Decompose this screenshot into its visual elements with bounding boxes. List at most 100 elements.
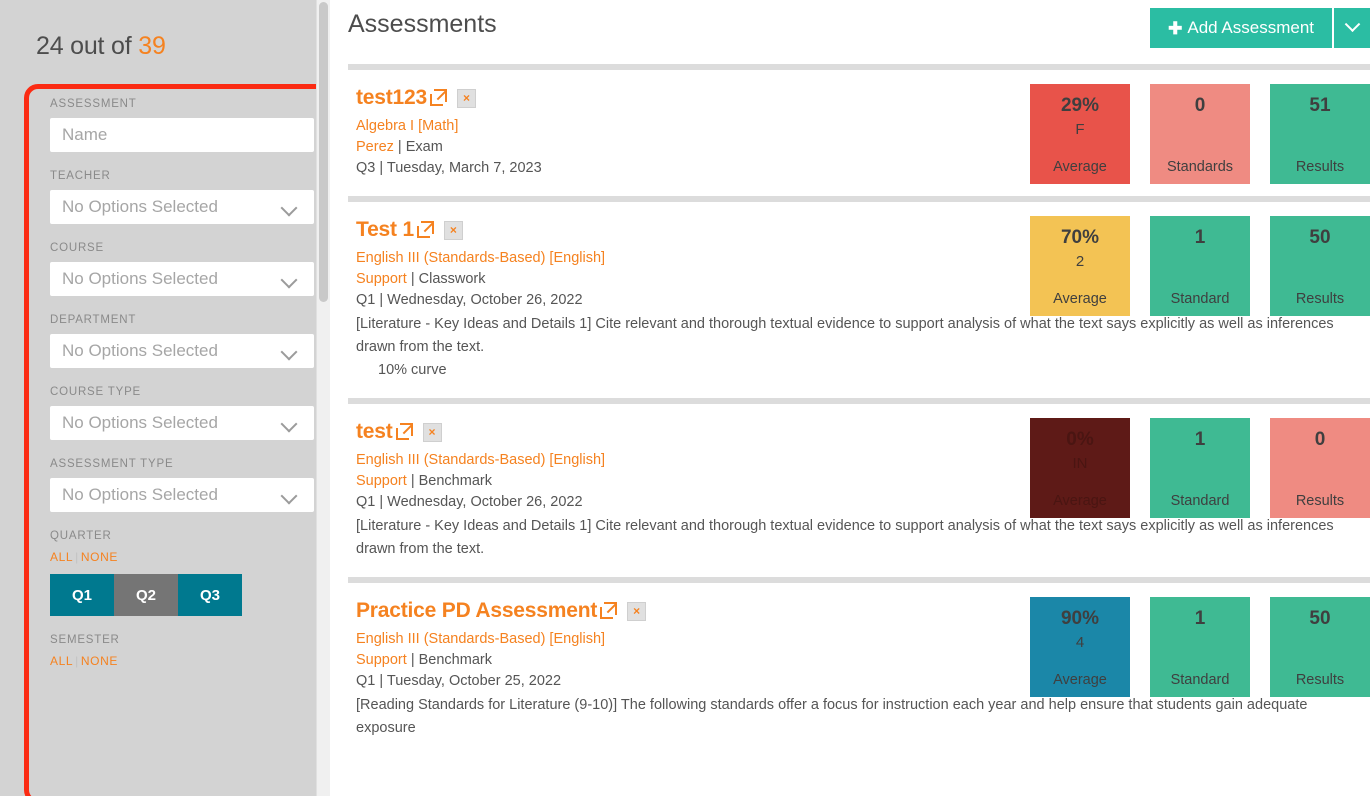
filter-panel: ASSESSMENT TEACHER No Options Selected C… xyxy=(24,84,330,796)
semester-all-none: ALL | NONE xyxy=(50,654,308,668)
delete-assessment-button[interactable]: × xyxy=(422,422,442,442)
quarter-button-q3[interactable]: Q3 xyxy=(178,574,242,616)
assessment-date: Tuesday, October 25, 2022 xyxy=(386,673,562,689)
assessment-term: Q3 xyxy=(356,160,376,176)
filter-course-type-label: COURSE TYPE xyxy=(50,386,142,398)
external-link-icon[interactable] xyxy=(416,220,434,238)
assessment-name-input[interactable] xyxy=(50,118,314,152)
assessment-standard-description: [Reading Standards for Literature (9-10)… xyxy=(356,697,1308,736)
tile-average: 70% 2 Average xyxy=(1030,216,1130,316)
quarter-button-q1[interactable]: Q1 xyxy=(50,574,114,616)
add-assessment-label: Add Assessment xyxy=(1187,18,1314,37)
tile-average: 29% F Average xyxy=(1030,84,1130,184)
assessment-note: 10% curve xyxy=(378,362,447,378)
filter-teacher-label: TEACHER xyxy=(50,170,111,182)
teacher-select[interactable]: No Options Selected xyxy=(50,190,314,224)
filter-semester-label: SEMESTER xyxy=(50,634,120,646)
tile-results: 50 Results xyxy=(1270,597,1370,697)
tile-label: Standards xyxy=(1166,159,1234,175)
semester-select-all[interactable]: ALL xyxy=(50,654,73,668)
add-assessment-group: ✚ Add Assessment xyxy=(1150,8,1370,48)
assessment-name-link[interactable]: Test 1 xyxy=(356,218,414,242)
score-tiles: 0% IN Average 1 Standard 0 Results xyxy=(1030,418,1370,518)
tile-standards: 0 Standards xyxy=(1150,84,1250,184)
filter-quarter-label: QUARTER xyxy=(50,530,112,542)
department-select[interactable]: No Options Selected xyxy=(50,334,314,368)
plus-icon: ✚ xyxy=(1168,18,1183,38)
tile-average: 0% IN Average xyxy=(1030,418,1130,518)
tile-standards: 1 Standard xyxy=(1150,216,1250,316)
add-assessment-button[interactable]: ✚ Add Assessment xyxy=(1150,8,1332,48)
filter-assessment: ASSESSMENT xyxy=(50,98,314,152)
tile-label: Average xyxy=(1053,493,1107,509)
assessments-page: 24 out of 39 ASSESSMENT TEACHER No Optio… xyxy=(0,0,1370,796)
quarter-button-q2[interactable]: Q2 xyxy=(114,574,178,616)
tile-label: Standard xyxy=(1170,493,1230,509)
tile-label: Results xyxy=(1295,493,1345,509)
tile-value: 1 xyxy=(1194,608,1206,629)
assessment-teacher[interactable]: Perez xyxy=(356,139,394,155)
course-type-select[interactable]: No Options Selected xyxy=(50,406,314,440)
tile-label: Results xyxy=(1295,291,1345,307)
meta-separator: | xyxy=(406,271,419,287)
tile-label: Average xyxy=(1053,672,1107,688)
add-assessment-dropdown-button[interactable] xyxy=(1332,8,1370,48)
filter-assessment-type-label: ASSESSMENT TYPE xyxy=(50,458,174,470)
tile-value: 0 xyxy=(1314,429,1326,450)
sidebar-scrollbar[interactable] xyxy=(316,0,330,796)
department-select-value: No Options Selected xyxy=(62,341,218,360)
assessment-name-link[interactable]: test123 xyxy=(356,86,427,110)
tile-subvalue: F xyxy=(1075,121,1085,138)
tile-value: 0 xyxy=(1194,95,1206,116)
tile-value: 1 xyxy=(1194,227,1206,248)
tile-value: 50 xyxy=(1309,227,1331,248)
assessment-teacher[interactable]: Support xyxy=(356,652,407,668)
external-link-icon[interactable] xyxy=(395,422,413,440)
meta-separator: | xyxy=(375,292,388,308)
assessment-type-select[interactable]: No Options Selected xyxy=(50,478,314,512)
assessment-term: Q1 xyxy=(356,494,376,510)
result-count-total: 39 xyxy=(138,32,166,60)
meta-separator: | xyxy=(375,494,388,510)
assessment-standard-description: [Literature - Key Ideas and Details 1] C… xyxy=(356,316,1334,355)
course-select[interactable]: No Options Selected xyxy=(50,262,314,296)
tile-label: Results xyxy=(1295,159,1345,175)
meta-separator: | xyxy=(406,652,419,668)
quarter-select-none[interactable]: NONE xyxy=(81,550,118,564)
assessment-date: Wednesday, October 26, 2022 xyxy=(387,292,583,308)
assessment-row: test123 × Algebra I [Math] Perez | Exam … xyxy=(348,70,1370,190)
quarter-select-all[interactable]: ALL xyxy=(50,550,73,564)
result-count-prefix: 24 out of xyxy=(36,32,139,60)
delete-assessment-button[interactable]: × xyxy=(443,220,463,240)
tile-subvalue: IN xyxy=(1072,455,1088,472)
semester-select-none[interactable]: NONE xyxy=(81,654,118,668)
assessment-name-link[interactable]: Practice PD Assessment xyxy=(356,599,597,623)
assessment-date: Tuesday, March 7, 2023 xyxy=(386,160,542,176)
tile-results: 0 Results xyxy=(1270,418,1370,518)
assessment-term: Q1 xyxy=(356,673,376,689)
assessments-main: Assessments ✚ Add Assessment test123 × A… xyxy=(330,0,1370,796)
assessment-date: Wednesday, October 26, 2022 xyxy=(387,494,583,510)
chevron-down-icon xyxy=(1344,15,1360,32)
chevron-down-icon xyxy=(282,274,298,284)
tile-label: Standard xyxy=(1170,672,1230,688)
tile-standards: 1 Standard xyxy=(1150,418,1250,518)
assessment-teacher[interactable]: Support xyxy=(356,271,407,287)
assessment-name-link[interactable]: test xyxy=(356,420,393,444)
delete-assessment-button[interactable]: × xyxy=(456,88,476,108)
course-select-value: No Options Selected xyxy=(62,269,218,288)
delete-assessment-button[interactable]: × xyxy=(627,601,647,621)
external-link-icon[interactable] xyxy=(429,88,447,106)
assessment-type: Classwork xyxy=(418,271,486,287)
score-tiles: 70% 2 Average 1 Standard 50 Results xyxy=(1030,216,1370,316)
assessment-row: Test 1 × English III (Standards-Based) [… xyxy=(348,202,1370,392)
assessment-row: Practice PD Assessment × English III (St… xyxy=(348,583,1370,750)
assessment-type-select-value: No Options Selected xyxy=(62,485,218,504)
chevron-down-icon xyxy=(282,202,298,212)
sidebar-scrollbar-thumb[interactable] xyxy=(319,2,328,302)
assessment-teacher[interactable]: Support xyxy=(356,473,407,489)
page-header: Assessments ✚ Add Assessment xyxy=(348,0,1370,58)
tile-value: 1 xyxy=(1194,429,1206,450)
external-link-icon[interactable] xyxy=(600,601,618,619)
chevron-down-icon xyxy=(282,490,298,500)
